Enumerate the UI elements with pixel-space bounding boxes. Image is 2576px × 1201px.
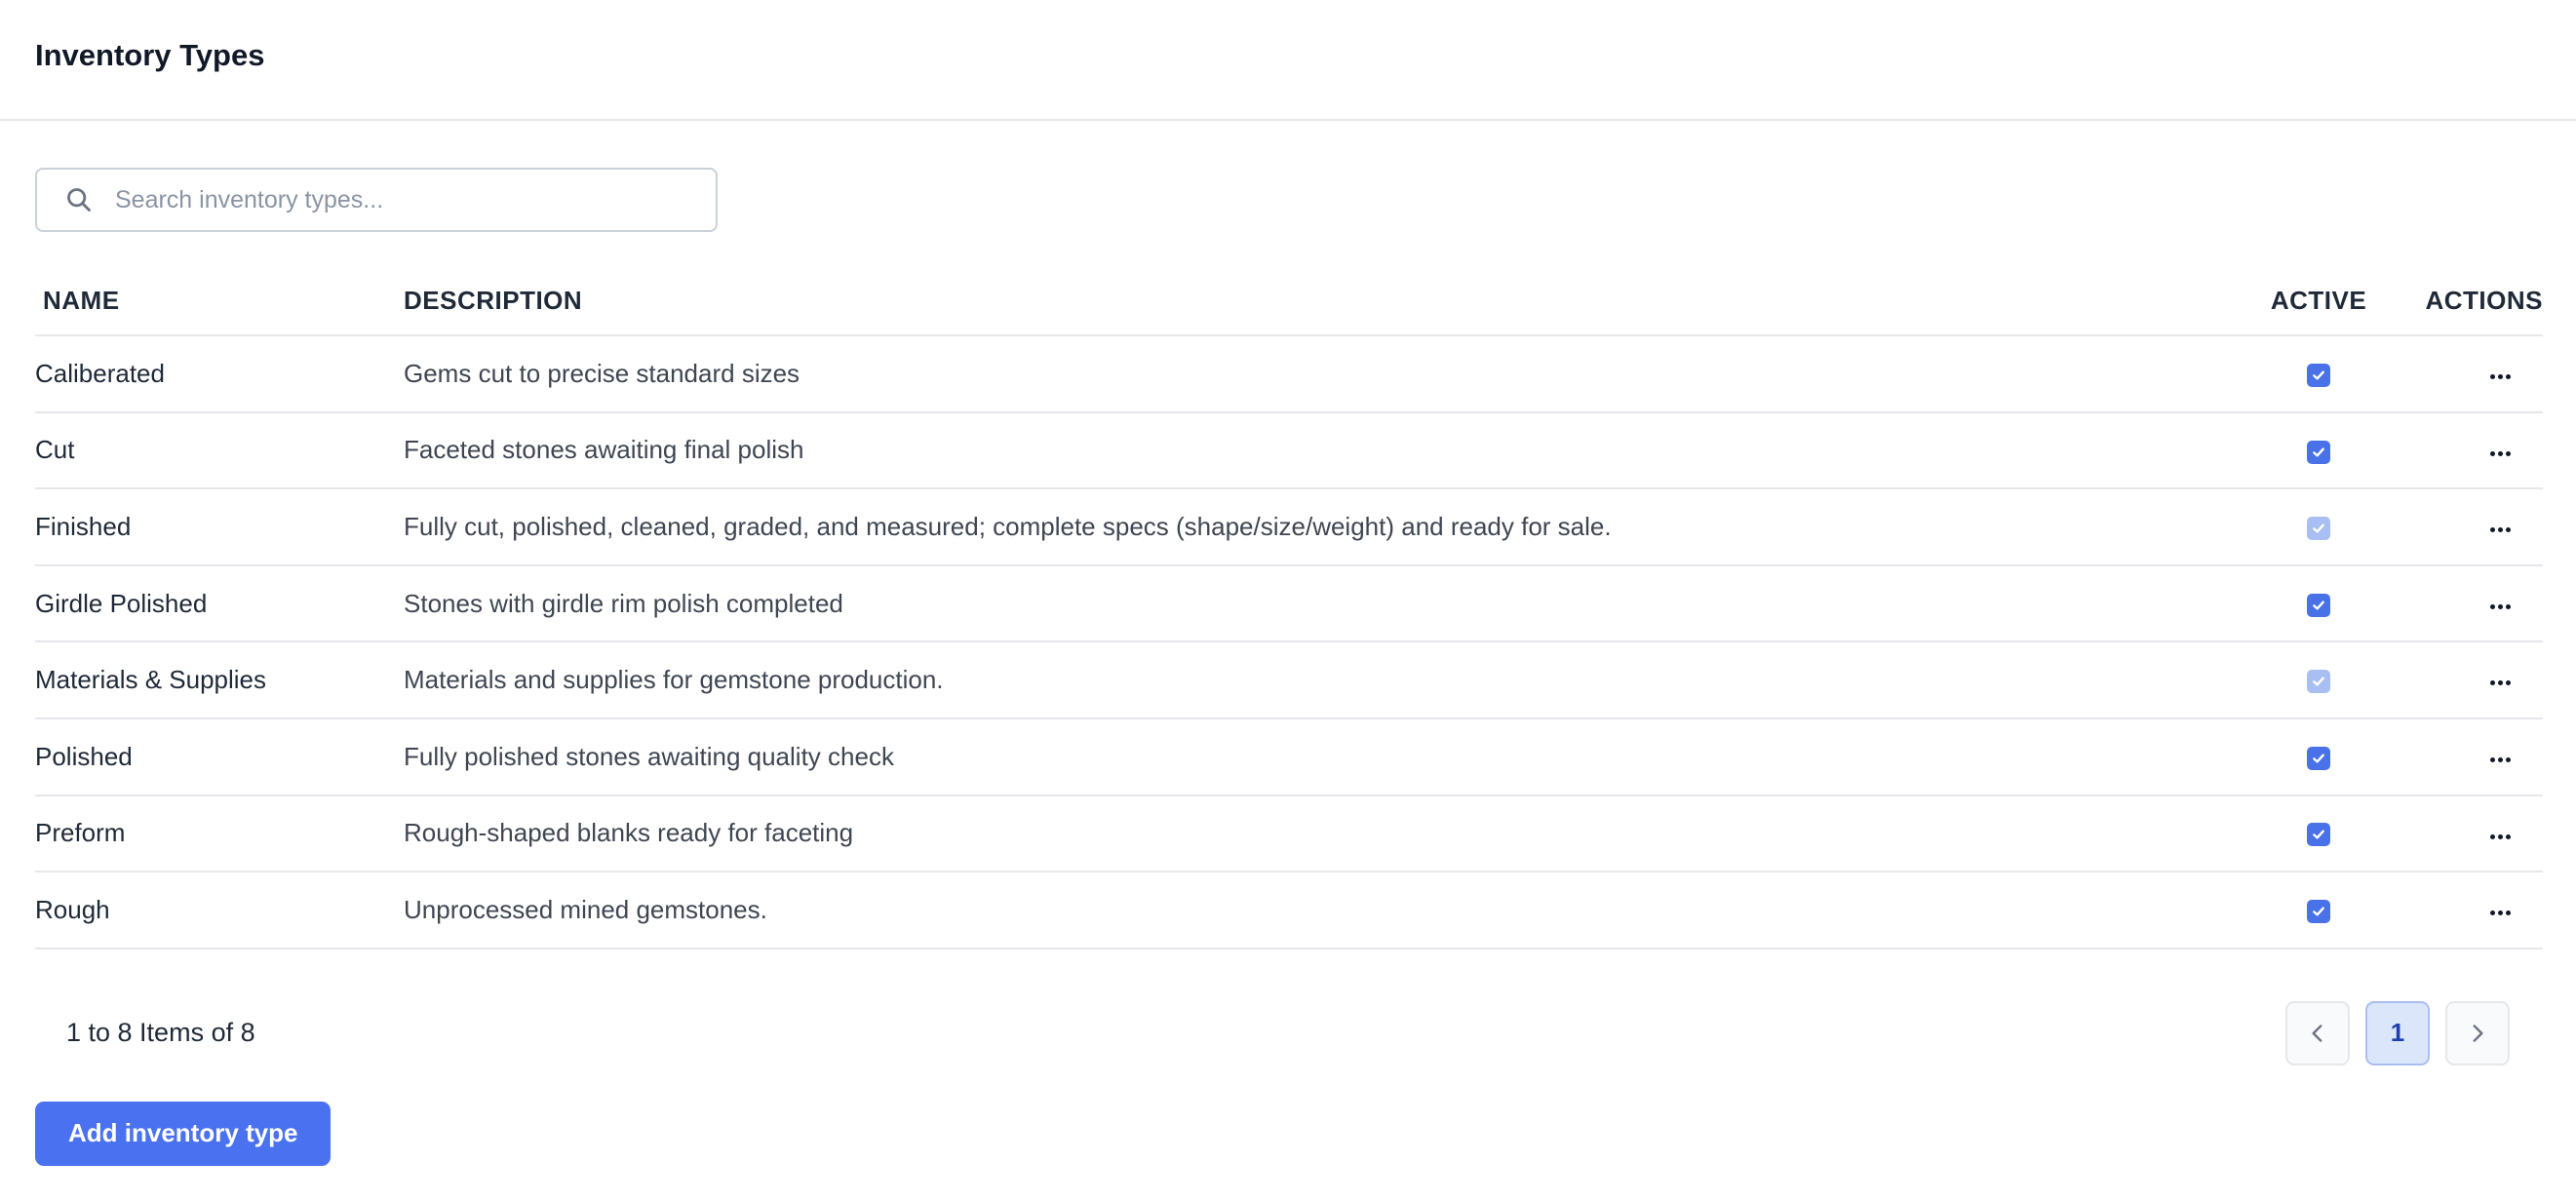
table-row[interactable]: Materials & Supplies Materials and suppli…: [35, 641, 2543, 719]
active-checkbox[interactable]: [2307, 363, 2330, 387]
chevron-left-icon: [2312, 1024, 2322, 1042]
row-actions-cell: [2406, 564, 2543, 643]
row-name: Girdle Polished: [35, 564, 404, 643]
row-active-cell: [2231, 794, 2406, 873]
page-header: Inventory Types: [0, 0, 2576, 121]
more-horizontal-icon[interactable]: [2480, 592, 2519, 621]
more-horizontal-icon[interactable]: [2480, 669, 2519, 698]
row-name: Rough: [35, 872, 404, 949]
active-checkbox[interactable]: [2307, 593, 2330, 617]
table-header-row: NAME DESCRIPTION ACTIVE ACTIONS: [35, 267, 2543, 336]
active-checkbox[interactable]: [2307, 517, 2330, 541]
row-actions-cell: [2406, 872, 2543, 949]
main-content: NAME DESCRIPTION ACTIVE ACTIONS Calibera…: [0, 168, 2576, 1166]
row-name: Cut: [35, 411, 404, 490]
table-body: Caliberated Gems cut to precise standard …: [35, 335, 2543, 949]
row-name: Caliberated: [35, 335, 404, 413]
row-actions-cell: [2406, 717, 2543, 796]
row-active-cell: [2231, 564, 2406, 643]
row-name: Preform: [35, 794, 404, 873]
row-actions-cell: [2406, 488, 2543, 566]
active-checkbox[interactable]: [2307, 900, 2330, 924]
row-actions-cell: [2406, 794, 2543, 873]
more-horizontal-icon[interactable]: [2480, 822, 2519, 851]
check-icon: [2313, 370, 2324, 380]
row-name: Finished: [35, 488, 404, 566]
table-row[interactable]: Rough Unprocessed mined gemstones.: [35, 872, 2543, 949]
chevron-right-icon: [2473, 1024, 2483, 1042]
row-active-cell: [2231, 717, 2406, 796]
row-description: Stones with girdle rim polish completed: [404, 564, 2231, 643]
check-icon: [2313, 523, 2324, 533]
more-horizontal-icon[interactable]: [2480, 439, 2519, 468]
row-description: Fully cut, polished, cleaned, graded, an…: [404, 488, 2231, 566]
pagination: 1: [2285, 1000, 2510, 1065]
check-icon: [2313, 907, 2324, 916]
table-footer: 1 to 8 Items of 8 1: [35, 949, 2541, 1125]
column-header-description[interactable]: DESCRIPTION: [404, 267, 2231, 336]
active-checkbox[interactable]: [2307, 746, 2330, 770]
row-description: Rough-shaped blanks ready for faceting: [404, 794, 2231, 873]
prev-page-button[interactable]: [2285, 1000, 2350, 1065]
row-active-cell: [2231, 411, 2406, 490]
search-box[interactable]: [35, 168, 718, 232]
column-header-active[interactable]: ACTIVE: [2231, 267, 2406, 336]
check-icon: [2313, 830, 2324, 839]
more-horizontal-icon[interactable]: [2480, 516, 2519, 545]
search-icon: [64, 185, 94, 214]
page-button-1[interactable]: 1: [2365, 1000, 2430, 1065]
inventory-types-table: NAME DESCRIPTION ACTIVE ACTIONS Calibera…: [35, 267, 2543, 949]
row-name: Polished: [35, 717, 404, 796]
table-row[interactable]: Preform Rough-shaped blanks ready for fac…: [35, 794, 2543, 873]
more-horizontal-icon[interactable]: [2480, 363, 2519, 392]
check-icon: [2313, 754, 2324, 763]
row-active-cell: [2231, 335, 2406, 413]
active-checkbox[interactable]: [2307, 823, 2330, 847]
row-actions-cell: [2406, 641, 2543, 719]
check-icon: [2313, 677, 2324, 686]
table-row[interactable]: Polished Fully polished stones awaiting q…: [35, 717, 2543, 796]
row-description: Faceted stones awaiting final polish: [404, 411, 2231, 490]
row-description: Materials and supplies for gemstone prod…: [404, 641, 2231, 719]
table-row[interactable]: Finished Fully cut, polished, cleaned, gr…: [35, 488, 2543, 566]
pagination-summary: 1 to 8 Items of 8: [66, 1018, 255, 1048]
search-input[interactable]: [115, 185, 661, 214]
row-description: Fully polished stones awaiting quality c…: [404, 717, 2231, 796]
row-name: Materials & Supplies: [35, 641, 404, 719]
active-checkbox[interactable]: [2307, 440, 2330, 464]
row-active-cell: [2231, 641, 2406, 719]
check-icon: [2313, 447, 2324, 457]
row-actions-cell: [2406, 335, 2543, 413]
table-row[interactable]: Cut Faceted stones awaiting final polish: [35, 411, 2543, 490]
more-horizontal-icon[interactable]: [2480, 899, 2519, 928]
next-page-button[interactable]: [2445, 1000, 2510, 1065]
page-title: Inventory Types: [35, 38, 265, 72]
more-horizontal-icon[interactable]: [2480, 746, 2519, 775]
column-header-actions: ACTIONS: [2406, 267, 2543, 336]
table-row[interactable]: Caliberated Gems cut to precise standard …: [35, 335, 2543, 413]
column-header-name[interactable]: NAME: [35, 267, 404, 336]
row-active-cell: [2231, 872, 2406, 949]
row-active-cell: [2231, 488, 2406, 566]
table-row[interactable]: Girdle Polished Stones with girdle rim po…: [35, 564, 2543, 643]
row-actions-cell: [2406, 411, 2543, 490]
check-icon: [2313, 600, 2324, 610]
active-checkbox[interactable]: [2307, 670, 2330, 694]
row-description: Unprocessed mined gemstones.: [404, 872, 2231, 949]
row-description: Gems cut to precise standard sizes: [404, 335, 2231, 413]
